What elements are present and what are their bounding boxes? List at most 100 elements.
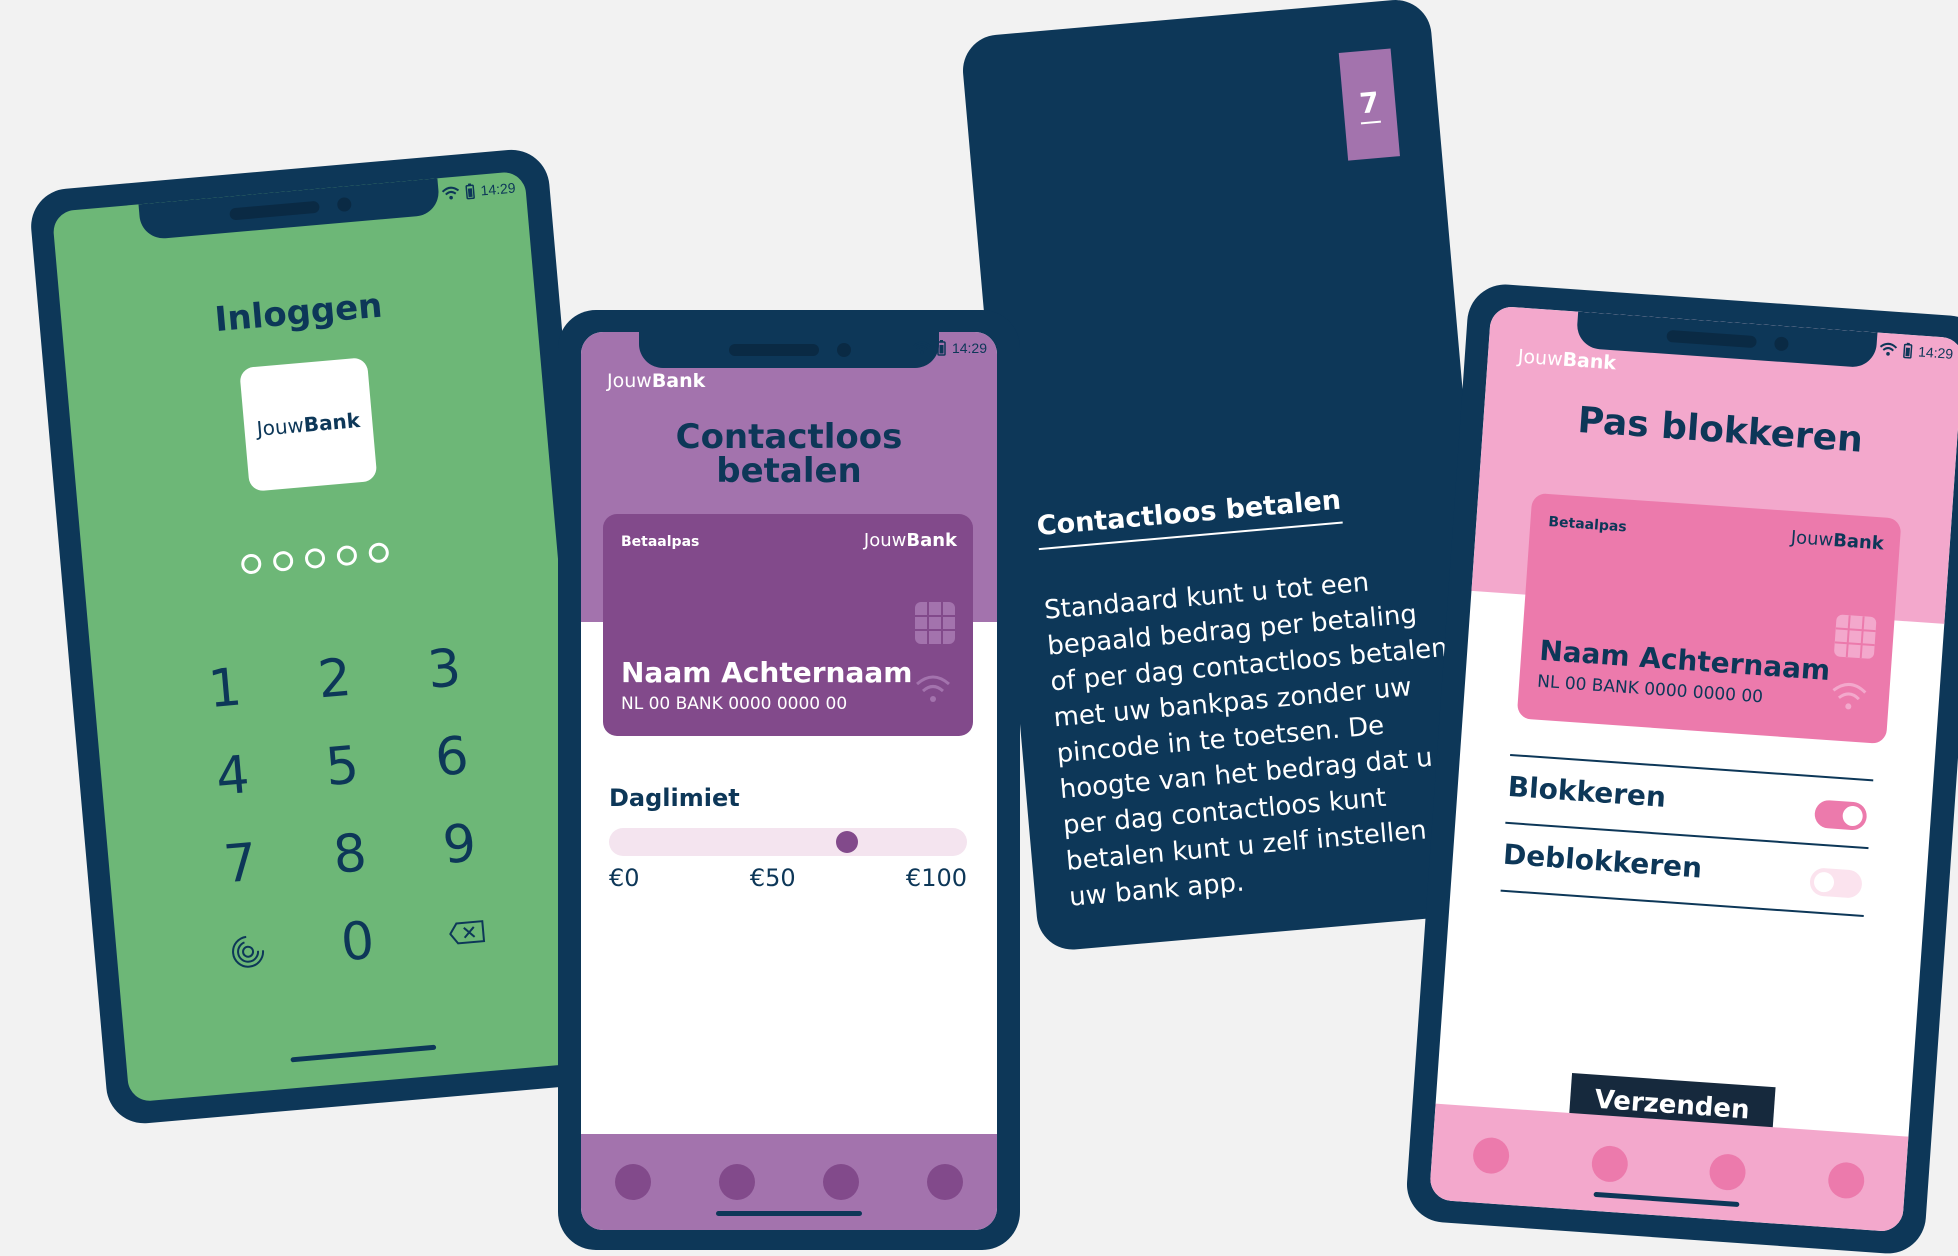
phone-notch — [138, 178, 441, 241]
slider-mid-label: €50 — [749, 864, 796, 892]
card-brand-light: Jouw — [863, 530, 907, 551]
chip-icon — [915, 602, 955, 644]
key-5[interactable]: 5 — [285, 732, 400, 801]
key-1[interactable]: 1 — [168, 654, 283, 723]
card-type: Betaalpas — [1547, 514, 1628, 536]
contactless-icon — [1830, 680, 1868, 716]
slider-max-label: €100 — [905, 864, 967, 892]
key-3[interactable]: 3 — [387, 635, 502, 704]
card-number: 7 — [1358, 85, 1381, 125]
nav-item-3[interactable] — [1708, 1152, 1747, 1192]
camera — [1773, 336, 1789, 352]
slider-min-label: €0 — [609, 864, 640, 892]
chip-icon — [1833, 614, 1877, 660]
page-title: Contactloos betalen — [581, 420, 997, 488]
fingerprint-icon[interactable] — [191, 917, 306, 986]
block-toggle[interactable] — [1813, 799, 1868, 831]
nav-item-2[interactable] — [1590, 1144, 1629, 1184]
contactless-phone: 14:29 JouwBank Contactloos betalen Betaa… — [558, 310, 1020, 1250]
info-body: Standaard kunt u tot een bepaald bedrag … — [1042, 567, 1460, 913]
login-phone: 14:29 Inloggen Jouw Bank 1 2 3 4 5 6 7 8 … — [28, 146, 628, 1127]
speaker — [729, 344, 819, 356]
card-brand: JouwBank — [1790, 527, 1884, 554]
contactless-screen: 14:29 JouwBank Contactloos betalen Betaa… — [581, 332, 997, 1230]
card-holder-name: Naam Achternaam — [621, 656, 913, 689]
home-indicator — [716, 1211, 862, 1216]
info-card: 7 Contactloos betalen Standaard kunt u t… — [960, 0, 1509, 953]
card-number: NL 00 BANK 0000 0000 00 — [621, 694, 848, 714]
card-number-tab: 7 — [1338, 48, 1400, 161]
camera — [837, 343, 851, 357]
key-4[interactable]: 4 — [175, 742, 290, 811]
numeric-keypad: 1 2 3 4 5 6 7 8 9 0 — [168, 635, 525, 987]
bank-card[interactable]: Betaalpas JouwBank Naam Achternaam NL 00… — [1516, 492, 1902, 745]
battery-icon — [1903, 342, 1913, 359]
block-card-screen: 14:29 JouwBank Pas blokkeren Betaalpas J… — [1428, 305, 1958, 1233]
wifi-icon — [913, 341, 931, 355]
speaker — [229, 200, 320, 221]
unblock-toggle[interactable] — [1809, 867, 1863, 899]
logo-bold: Bank — [1561, 348, 1617, 375]
camera — [336, 196, 352, 213]
slider-handle[interactable] — [836, 831, 859, 853]
key-0[interactable]: 0 — [300, 907, 415, 976]
nav-item-4[interactable] — [1826, 1161, 1866, 1200]
logo-light: Jouw — [255, 412, 305, 441]
key-7[interactable]: 7 — [183, 829, 298, 898]
bottom-nav — [1428, 1103, 1909, 1233]
toggle-knob — [1842, 805, 1864, 827]
nav-item-1[interactable] — [615, 1164, 651, 1200]
battery-icon — [465, 183, 475, 200]
pin-indicator — [240, 541, 390, 575]
daily-limit-label: Daglimiet — [609, 784, 740, 812]
pin-dot — [336, 544, 358, 567]
card-brand-light: Jouw — [1790, 527, 1834, 551]
slider-scale: €0 €50 €100 — [609, 864, 967, 892]
logo-light: Jouw — [607, 370, 652, 392]
daily-limit-slider[interactable] — [609, 828, 967, 856]
key-6[interactable]: 6 — [394, 723, 509, 792]
title-line-1: Contactloos — [675, 417, 903, 457]
card-brand-bold: Bank — [1832, 529, 1885, 555]
unblock-label: Deblokkeren — [1502, 837, 1704, 885]
info-title: Contactloos betalen — [1035, 484, 1343, 551]
status-bar: 14:29 — [913, 340, 987, 356]
card-brand-bold: Bank — [906, 530, 957, 551]
nav-item-3[interactable] — [823, 1164, 859, 1200]
key-2[interactable]: 2 — [277, 644, 392, 713]
key-8[interactable]: 8 — [293, 820, 408, 889]
nav-item-4[interactable] — [927, 1164, 963, 1200]
pin-dot — [367, 541, 390, 564]
logo-bold: Bank — [302, 407, 361, 437]
bank-logo: Jouw Bank — [239, 357, 378, 492]
clock: 14:29 — [951, 340, 987, 356]
pin-dot — [304, 547, 326, 570]
brand-logo: JouwBank — [607, 370, 705, 392]
logo-light: Jouw — [1517, 345, 1564, 371]
logo-bold: Bank — [651, 370, 706, 392]
clock: 14:29 — [479, 179, 517, 199]
card-brand: JouwBank — [864, 530, 957, 551]
block-label: Blokkeren — [1506, 769, 1668, 814]
pin-dot — [272, 550, 294, 573]
status-bar: 14:29 — [441, 180, 516, 202]
block-card-phone: 14:29 JouwBank Pas blokkeren Betaalpas J… — [1404, 282, 1958, 1256]
speaker — [1666, 329, 1757, 349]
card-type: Betaalpas — [621, 534, 700, 550]
toggle-knob — [1813, 871, 1835, 893]
wifi-icon — [441, 185, 460, 201]
login-screen: 14:29 Inloggen Jouw Bank 1 2 3 4 5 6 7 8 … — [51, 170, 602, 1103]
phone-notch — [639, 332, 939, 368]
page-title: Inloggen — [213, 285, 384, 341]
battery-icon — [937, 340, 946, 356]
title-line-2: betalen — [716, 451, 862, 491]
nav-item-1[interactable] — [1472, 1136, 1511, 1175]
home-indicator — [290, 1044, 437, 1063]
bank-card[interactable]: Betaalpas JouwBank Naam Achternaam NL 00… — [603, 514, 973, 736]
wifi-icon — [1879, 342, 1898, 357]
clock: 14:29 — [1917, 343, 1954, 362]
contactless-icon — [915, 674, 951, 708]
backspace-icon[interactable] — [410, 898, 525, 967]
nav-item-2[interactable] — [719, 1164, 755, 1200]
key-9[interactable]: 9 — [402, 810, 517, 879]
